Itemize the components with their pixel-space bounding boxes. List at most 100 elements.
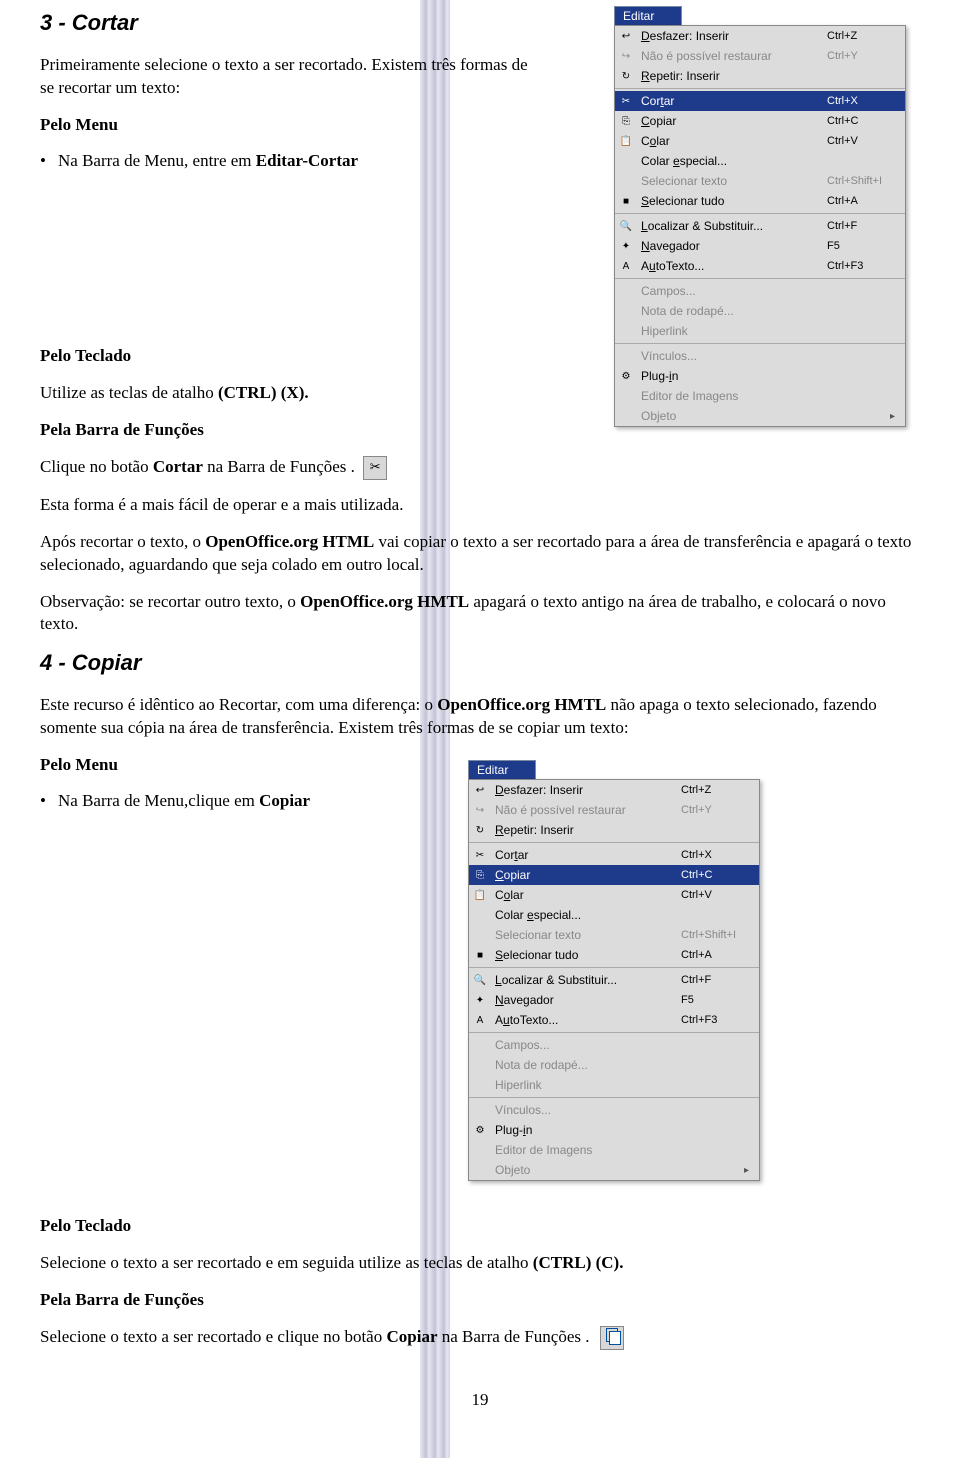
menu-item-shortcut: Ctrl+Z bbox=[681, 784, 759, 796]
menu-item-icon: 📋 bbox=[615, 136, 637, 147]
menu-item: Colar especial... bbox=[615, 151, 905, 171]
menu-item-icon: ↩ bbox=[615, 31, 637, 42]
menu-item-shortcut: Ctrl+F bbox=[827, 220, 905, 232]
menu-item-label: Navegador bbox=[637, 239, 827, 253]
menu-item-label: Não é possível restaurar bbox=[491, 803, 681, 817]
menu-item-label: Editor de Imagens bbox=[491, 1143, 681, 1157]
menu-item: ↩Desfazer: InserirCtrl+Z bbox=[469, 780, 759, 800]
menu-item-label: Vínculos... bbox=[491, 1103, 681, 1117]
bullet-icon: • bbox=[40, 791, 58, 811]
menu-item-icon: 📋 bbox=[469, 890, 491, 901]
page-number: 19 bbox=[40, 1390, 920, 1410]
menu-item: Editor de Imagens bbox=[615, 386, 905, 406]
s3-easy: Esta forma é a mais fácil de operar e a … bbox=[40, 494, 920, 517]
menu-item-shortcut: Ctrl+Y bbox=[681, 804, 759, 816]
menu-item-icon: A bbox=[615, 261, 637, 272]
menu-item-icon: ↻ bbox=[615, 71, 637, 82]
menu-item-icon: ⎘ bbox=[615, 116, 637, 127]
scissors-icon: ✂ bbox=[363, 456, 387, 480]
s3-after: Após recortar o texto, o OpenOffice.org … bbox=[40, 531, 920, 577]
menu-item-label: Repetir: Inserir bbox=[637, 69, 827, 83]
menu-separator bbox=[469, 842, 759, 843]
menu-item-label: Navegador bbox=[491, 993, 681, 1007]
menu-item: ⚙Plug-in bbox=[469, 1120, 759, 1140]
s3-intro: Primeiramente selecione o texto a ser re… bbox=[40, 54, 540, 100]
menu-item: Campos... bbox=[469, 1035, 759, 1055]
menu-item-label: Editor de Imagens bbox=[637, 389, 827, 403]
menu-item: AAutoTexto...Ctrl+F3 bbox=[615, 256, 905, 276]
menu-separator bbox=[469, 1097, 759, 1098]
menu-item: ↪Não é possível restaurarCtrl+Y bbox=[469, 800, 759, 820]
menu-item: 📋ColarCtrl+V bbox=[469, 885, 759, 905]
menu-item: ✦NavegadorF5 bbox=[469, 990, 759, 1010]
menu-item-label: Colar especial... bbox=[491, 908, 681, 922]
s4-pela-barra-heading: Pela Barra de Funções bbox=[40, 1289, 920, 1312]
menu-item-label: Campos... bbox=[491, 1038, 681, 1052]
menu-item: Hiperlink bbox=[615, 321, 905, 341]
menu-item: 🔍Localizar & Substituir...Ctrl+F bbox=[615, 216, 905, 236]
menu-item: Editor de Imagens bbox=[469, 1140, 759, 1160]
s4-pelo-teclado-heading: Pelo Teclado bbox=[40, 1215, 920, 1238]
menu-separator bbox=[615, 213, 905, 214]
s3-bullet-1: • Na Barra de Menu, entre em Editar-Cort… bbox=[40, 151, 540, 171]
menu-item-label: Colar bbox=[491, 888, 681, 902]
editar-menu-cortar: Editar ↩Desfazer: InserirCtrl+Z ↪Não é po… bbox=[614, 6, 906, 427]
s4-barra-text: Selecione o texto a ser recortado e cliq… bbox=[40, 1326, 920, 1350]
menu-item-shortcut: F5 bbox=[827, 240, 905, 252]
menu-item: AAutoTexto...Ctrl+F3 bbox=[469, 1010, 759, 1030]
menu-title: Editar bbox=[614, 6, 682, 25]
menu-item-label: Nota de rodapé... bbox=[491, 1058, 681, 1072]
s3-bullet1-bold: Editar-Cortar bbox=[256, 151, 358, 170]
menu-item-icon: ↪ bbox=[615, 51, 637, 62]
menu-item-icon: A bbox=[469, 1015, 491, 1026]
menu-item-label: AutoTexto... bbox=[637, 259, 827, 273]
menu-separator bbox=[615, 278, 905, 279]
s3-bullet1-text: Na Barra de Menu, entre em bbox=[58, 151, 256, 170]
menu-item: Campos... bbox=[615, 281, 905, 301]
menu-item-icon: ⎘ bbox=[469, 870, 491, 881]
menu-item-label: Objeto bbox=[637, 409, 827, 423]
menu-item-label: Desfazer: Inserir bbox=[491, 783, 681, 797]
menu-item-shortcut: Ctrl+Z bbox=[827, 30, 905, 42]
menu-item: Selecionar textoCtrl+Shift+I bbox=[469, 925, 759, 945]
menu-item: ✂CortarCtrl+X bbox=[469, 845, 759, 865]
menu-item-label: Hiperlink bbox=[637, 324, 827, 338]
editar-menu-copiar: Editar ↩Desfazer: InserirCtrl+Z↪Não é po… bbox=[468, 760, 760, 1181]
menu-item: ⎘CopiarCtrl+C bbox=[615, 111, 905, 131]
s4-teclado-text: Selecione o texto a ser recortado e em s… bbox=[40, 1252, 920, 1275]
menu-item-icon: ■ bbox=[469, 950, 491, 961]
menu-item-label: Desfazer: Inserir bbox=[637, 29, 827, 43]
menu-item: Hiperlink bbox=[469, 1075, 759, 1095]
menu-separator bbox=[469, 1032, 759, 1033]
menu-item: Nota de rodapé... bbox=[469, 1055, 759, 1075]
menu-item-shortcut: Ctrl+V bbox=[681, 889, 759, 901]
menu-item-icon: ✦ bbox=[615, 241, 637, 252]
menu-item-icon: 🔍 bbox=[615, 221, 637, 232]
menu-item: ■Selecionar tudoCtrl+A bbox=[469, 945, 759, 965]
menu-item-shortcut bbox=[827, 411, 905, 422]
menu-item-label: Não é possível restaurar bbox=[637, 49, 827, 63]
menu-item: 🔍Localizar & Substituir...Ctrl+F bbox=[469, 970, 759, 990]
menu-item-shortcut: Ctrl+C bbox=[681, 869, 759, 881]
menu-item-icon: ✦ bbox=[469, 995, 491, 1006]
menu-item-icon: ✂ bbox=[469, 850, 491, 861]
menu-separator bbox=[615, 343, 905, 344]
menu-item-label: Cortar bbox=[491, 848, 681, 862]
menu-item-shortcut: Ctrl+F3 bbox=[827, 260, 905, 272]
menu-item-label: Localizar & Substituir... bbox=[491, 973, 681, 987]
menu-item-icon: ✂ bbox=[615, 96, 637, 107]
menu-title-2: Editar bbox=[468, 760, 536, 779]
menu-item: Colar especial... bbox=[469, 905, 759, 925]
menu-item-shortcut: F5 bbox=[681, 994, 759, 1006]
menu-item: 📋ColarCtrl+V bbox=[615, 131, 905, 151]
menu-item-label: Plug-in bbox=[491, 1123, 681, 1137]
menu-item-label: Repetir: Inserir bbox=[491, 823, 681, 837]
menu-item-shortcut: Ctrl+A bbox=[681, 949, 759, 961]
menu-item-label: Vínculos... bbox=[637, 349, 827, 363]
menu-item: ■Selecionar tudoCtrl+A bbox=[615, 191, 905, 211]
s3-barra-text: Clique no botão Cortar na Barra de Funçõ… bbox=[40, 456, 920, 480]
menu-item: Selecionar textoCtrl+Shift+I bbox=[615, 171, 905, 191]
s4-bullet1-bold: Copiar bbox=[259, 791, 310, 810]
bullet-icon: • bbox=[40, 151, 58, 171]
menu-item-icon: ↻ bbox=[469, 825, 491, 836]
